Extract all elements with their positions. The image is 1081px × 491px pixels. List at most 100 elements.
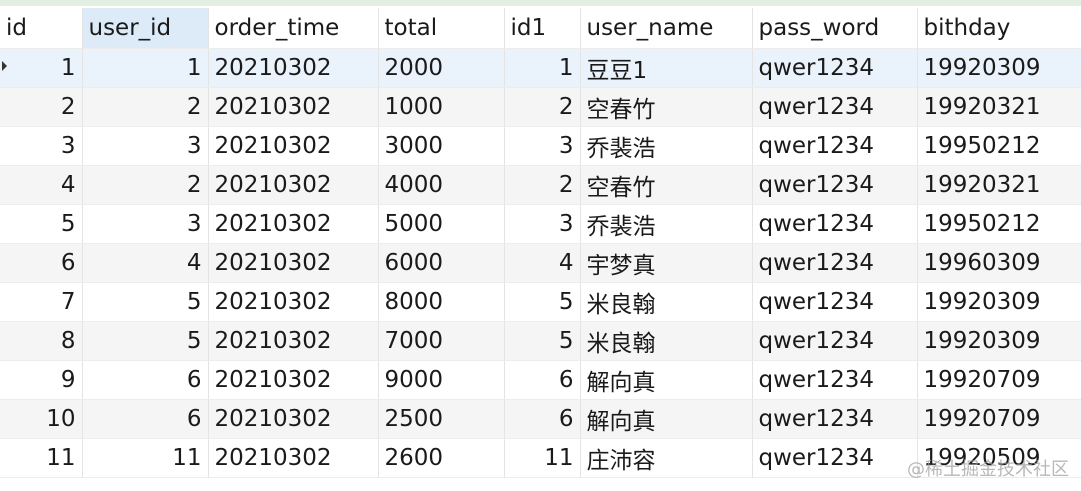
cell-id[interactable]: 3 bbox=[0, 126, 83, 166]
cell-bithday[interactable]: 19920321 bbox=[917, 165, 1081, 205]
cell-user-name[interactable]: 米良翰 bbox=[580, 282, 753, 322]
cell-total[interactable]: 8000 bbox=[378, 282, 505, 322]
cell-user-name[interactable]: 空春竹 bbox=[580, 87, 753, 127]
cell-bithday[interactable]: 19960309 bbox=[917, 243, 1081, 283]
cell-bithday[interactable]: 19920309 bbox=[917, 321, 1081, 361]
cell-total[interactable]: 3000 bbox=[378, 126, 505, 166]
cell-total[interactable]: 7000 bbox=[378, 321, 505, 361]
cell-user-id[interactable]: 3 bbox=[82, 204, 209, 244]
cell-pass-word[interactable]: qwer1234 bbox=[752, 48, 918, 88]
cell-id[interactable]: 9 bbox=[0, 360, 83, 400]
cell-user-id[interactable]: 3 bbox=[82, 126, 209, 166]
cell-id1[interactable]: 5 bbox=[504, 282, 581, 322]
cell-bithday[interactable]: 19920709 bbox=[917, 399, 1081, 439]
cell-total[interactable]: 4000 bbox=[378, 165, 505, 205]
cell-total[interactable]: 2600 bbox=[378, 438, 505, 478]
cell-order-time[interactable]: 20210302 bbox=[208, 282, 379, 322]
cell-bithday[interactable]: 19920709 bbox=[917, 360, 1081, 400]
cell-id1[interactable]: 6 bbox=[504, 399, 581, 439]
cell-bithday[interactable]: 19950212 bbox=[917, 204, 1081, 244]
cell-bithday[interactable]: 19920309 bbox=[917, 282, 1081, 322]
table-row[interactable]: 1 1 20210302 2000 1 豆豆1 qwer1234 19920309 bbox=[0, 48, 1081, 88]
cell-user-name[interactable]: 乔裴浩 bbox=[580, 204, 753, 244]
cell-user-id[interactable]: 4 bbox=[82, 243, 209, 283]
cell-user-id[interactable]: 5 bbox=[82, 321, 209, 361]
table-row[interactable]: 2 2 20210302 1000 2 空春竹 qwer1234 19920321 bbox=[0, 87, 1081, 127]
cell-id1[interactable]: 3 bbox=[504, 126, 581, 166]
column-header-user-id[interactable]: user_id bbox=[82, 8, 209, 49]
cell-id1[interactable]: 6 bbox=[504, 360, 581, 400]
column-header-order-time[interactable]: order_time bbox=[208, 8, 379, 49]
cell-id[interactable]: 7 bbox=[0, 282, 83, 322]
cell-user-id[interactable]: 1 bbox=[82, 48, 209, 88]
cell-user-id[interactable]: 5 bbox=[82, 282, 209, 322]
cell-pass-word[interactable]: qwer1234 bbox=[752, 321, 918, 361]
cell-id1[interactable]: 1 bbox=[504, 48, 581, 88]
cell-total[interactable]: 1000 bbox=[378, 87, 505, 127]
cell-user-name[interactable]: 庄沛容 bbox=[580, 438, 753, 478]
column-header-bithday[interactable]: bithday bbox=[917, 8, 1081, 49]
cell-order-time[interactable]: 20210302 bbox=[208, 360, 379, 400]
cell-order-time[interactable]: 20210302 bbox=[208, 243, 379, 283]
table-row[interactable]: 9 6 20210302 9000 6 解向真 qwer1234 19920709 bbox=[0, 360, 1081, 400]
cell-order-time[interactable]: 20210302 bbox=[208, 87, 379, 127]
cell-bithday[interactable]: 19920309 bbox=[917, 48, 1081, 88]
table-row[interactable]: 3 3 20210302 3000 3 乔裴浩 qwer1234 19950212 bbox=[0, 126, 1081, 166]
result-grid[interactable]: id user_id order_time total id1 user_nam… bbox=[0, 8, 1081, 478]
cell-id[interactable]: 5 bbox=[0, 204, 83, 244]
cell-pass-word[interactable]: qwer1234 bbox=[752, 399, 918, 439]
cell-id[interactable]: 8 bbox=[0, 321, 83, 361]
cell-user-name[interactable]: 解向真 bbox=[580, 360, 753, 400]
column-header-pass-word[interactable]: pass_word bbox=[752, 8, 918, 49]
cell-pass-word[interactable]: qwer1234 bbox=[752, 360, 918, 400]
cell-order-time[interactable]: 20210302 bbox=[208, 48, 379, 88]
cell-order-time[interactable]: 20210302 bbox=[208, 126, 379, 166]
cell-user-name[interactable]: 空春竹 bbox=[580, 165, 753, 205]
cell-id1[interactable]: 4 bbox=[504, 243, 581, 283]
cell-order-time[interactable]: 20210302 bbox=[208, 204, 379, 244]
column-header-id[interactable]: id bbox=[0, 8, 83, 49]
cell-bithday[interactable]: 19950212 bbox=[917, 126, 1081, 166]
cell-user-name[interactable]: 米良翰 bbox=[580, 321, 753, 361]
cell-user-id[interactable]: 2 bbox=[82, 165, 209, 205]
table-row[interactable]: 4 2 20210302 4000 2 空春竹 qwer1234 19920321 bbox=[0, 165, 1081, 205]
cell-id[interactable]: 6 bbox=[0, 243, 83, 283]
cell-id[interactable]: 4 bbox=[0, 165, 83, 205]
cell-user-name[interactable]: 解向真 bbox=[580, 399, 753, 439]
cell-total[interactable]: 2500 bbox=[378, 399, 505, 439]
cell-total[interactable]: 2000 bbox=[378, 48, 505, 88]
cell-id[interactable]: 11 bbox=[0, 438, 83, 478]
cell-id[interactable]: 10 bbox=[0, 399, 83, 439]
cell-pass-word[interactable]: qwer1234 bbox=[752, 438, 918, 478]
table-row[interactable]: 7 5 20210302 8000 5 米良翰 qwer1234 19920309 bbox=[0, 282, 1081, 322]
cell-id1[interactable]: 11 bbox=[504, 438, 581, 478]
cell-id1[interactable]: 2 bbox=[504, 165, 581, 205]
cell-pass-word[interactable]: qwer1234 bbox=[752, 165, 918, 205]
table-row[interactable]: 8 5 20210302 7000 5 米良翰 qwer1234 19920309 bbox=[0, 321, 1081, 361]
cell-bithday[interactable]: 19920321 bbox=[917, 87, 1081, 127]
cell-id1[interactable]: 3 bbox=[504, 204, 581, 244]
cell-id1[interactable]: 2 bbox=[504, 87, 581, 127]
cell-user-id[interactable]: 11 bbox=[82, 438, 209, 478]
cell-total[interactable]: 5000 bbox=[378, 204, 505, 244]
cell-user-id[interactable]: 6 bbox=[82, 399, 209, 439]
cell-user-name[interactable]: 豆豆1 bbox=[580, 48, 753, 88]
table-row[interactable]: 10 6 20210302 2500 6 解向真 qwer1234 19920709 bbox=[0, 399, 1081, 439]
cell-pass-word[interactable]: qwer1234 bbox=[752, 126, 918, 166]
table-row[interactable]: 6 4 20210302 6000 4 宇梦真 qwer1234 19960309 bbox=[0, 243, 1081, 283]
cell-id[interactable]: 2 bbox=[0, 87, 83, 127]
cell-order-time[interactable]: 20210302 bbox=[208, 438, 379, 478]
cell-pass-word[interactable]: qwer1234 bbox=[752, 87, 918, 127]
column-header-user-name[interactable]: user_name bbox=[580, 8, 753, 49]
cell-order-time[interactable]: 20210302 bbox=[208, 399, 379, 439]
cell-id1[interactable]: 5 bbox=[504, 321, 581, 361]
cell-total[interactable]: 6000 bbox=[378, 243, 505, 283]
cell-order-time[interactable]: 20210302 bbox=[208, 165, 379, 205]
cell-pass-word[interactable]: qwer1234 bbox=[752, 243, 918, 283]
column-header-total[interactable]: total bbox=[378, 8, 505, 49]
cell-pass-word[interactable]: qwer1234 bbox=[752, 204, 918, 244]
cell-user-name[interactable]: 宇梦真 bbox=[580, 243, 753, 283]
cell-total[interactable]: 9000 bbox=[378, 360, 505, 400]
cell-pass-word[interactable]: qwer1234 bbox=[752, 282, 918, 322]
cell-user-id[interactable]: 6 bbox=[82, 360, 209, 400]
